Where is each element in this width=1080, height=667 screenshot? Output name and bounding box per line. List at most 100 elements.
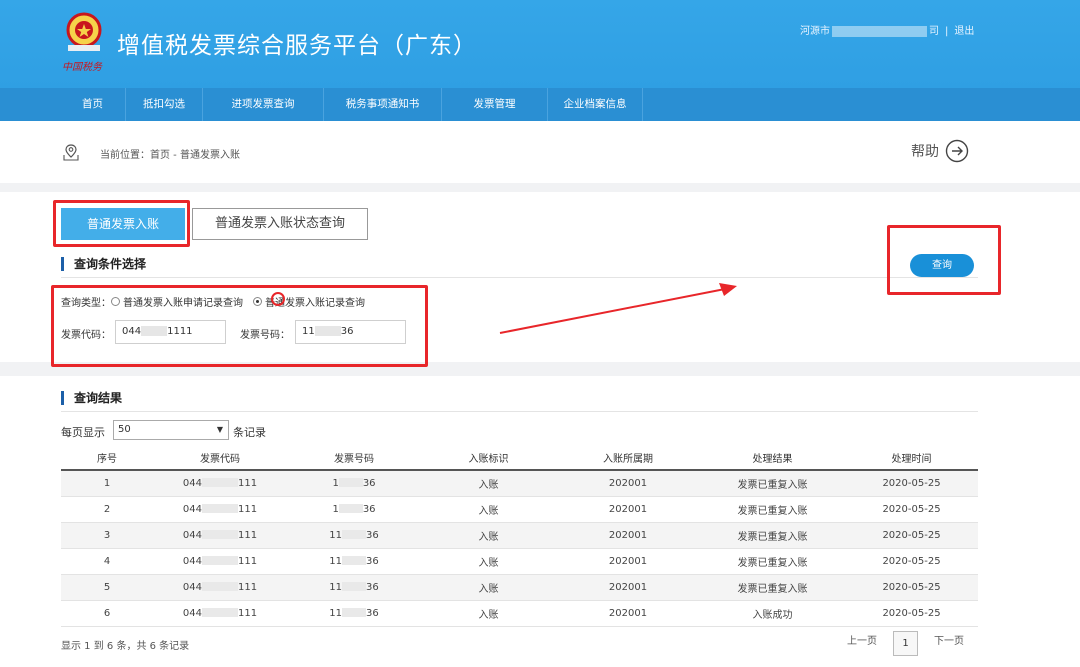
nav-item-invoice-mgmt[interactable]: 发票管理 xyxy=(442,88,548,121)
cell-number-prefix: 11 xyxy=(329,581,342,593)
help-link[interactable]: 帮助 xyxy=(911,139,969,163)
logout-link[interactable]: 退出 xyxy=(954,26,974,37)
cell-result: 发票已重复入账 xyxy=(700,574,845,601)
tab-entry-status-query[interactable]: 普通发票入账状态查询 xyxy=(192,208,368,240)
results-section-title: 查询结果 xyxy=(61,391,122,405)
cell-flag: 入账 xyxy=(421,470,556,497)
nav-item-deduction[interactable]: 抵扣勾选 xyxy=(126,88,203,121)
masked-value xyxy=(202,556,238,565)
masked-value xyxy=(202,478,238,488)
user-info: 河源市 司 | 退出 xyxy=(800,22,974,37)
annotation-box-conditions xyxy=(51,285,428,367)
cell-number-prefix: 11 xyxy=(329,529,342,541)
cell-result: 发票已重复入账 xyxy=(700,470,845,497)
annotation-box-tab xyxy=(53,200,190,247)
nav-item-tax-notice[interactable]: 税务事项通知书 xyxy=(324,88,442,121)
cell-number-prefix: 11 xyxy=(329,555,342,567)
breadcrumb: 当前位置：首页 - 普通发票入账 xyxy=(100,150,240,161)
col-header-no: 序号 xyxy=(61,445,153,471)
table-row: 2 044 111 1 36 入账 202001 发票已重复入账 2020-05-25 xyxy=(61,496,978,523)
cell-code-suffix: 111 xyxy=(238,503,258,515)
cell-no: 2 xyxy=(61,496,153,523)
masked-value xyxy=(202,530,238,539)
cell-number-suffix: 36 xyxy=(366,581,379,593)
masked-value xyxy=(342,556,366,565)
next-page-button[interactable]: 下一页 xyxy=(934,632,964,647)
cell-number: 11 36 xyxy=(287,548,421,575)
cell-code-suffix: 111 xyxy=(238,607,258,619)
cell-period: 202001 xyxy=(556,522,700,549)
nav-item-input-invoice[interactable]: 进项发票查询 xyxy=(203,88,324,121)
breadcrumb-bar: 当前位置：首页 - 普通发票入账 帮助 xyxy=(0,121,1080,183)
cell-no: 1 xyxy=(61,470,153,497)
cell-number-suffix: 36 xyxy=(366,555,379,567)
nav-item-home[interactable]: 首页 xyxy=(60,88,126,121)
cell-number-suffix: 36 xyxy=(362,503,376,515)
cell-code-suffix: 111 xyxy=(238,529,258,541)
masked-value xyxy=(202,582,238,591)
location-pin-icon xyxy=(63,144,79,161)
cell-period: 202001 xyxy=(556,548,700,575)
cell-no: 3 xyxy=(61,522,153,549)
col-header-number: 发票号码 xyxy=(287,445,421,471)
cell-number-suffix: 36 xyxy=(366,607,379,619)
results-summary: 显示 1 到 6 条，共 6 条记录 xyxy=(61,641,190,652)
cell-no: 4 xyxy=(61,548,153,575)
table-row: 5 044 111 11 36 入账 202001 发票已重复入账 2020-05-25 xyxy=(61,574,978,601)
results-table: 序号 发票代码 发票号码 入账标识 入账所属期 处理结果 处理时间 1 044 11… xyxy=(61,445,978,627)
cell-code-suffix: 111 xyxy=(238,477,258,489)
per-page-label: 每页显示 xyxy=(61,426,105,439)
chevron-down-icon: ▼ xyxy=(216,425,223,434)
cell-no: 5 xyxy=(61,574,153,601)
user-city: 河源市 xyxy=(800,26,830,37)
divider xyxy=(61,277,978,278)
cell-time: 2020-05-25 xyxy=(845,600,978,627)
masked-value xyxy=(338,504,363,513)
cell-period: 202001 xyxy=(556,574,700,601)
cell-code-prefix: 044 xyxy=(182,581,202,593)
col-header-flag: 入账标识 xyxy=(421,445,556,471)
per-page-select[interactable]: 50 ▼ xyxy=(113,420,229,440)
cell-time: 2020-05-25 xyxy=(845,574,978,601)
cell-code-suffix: 111 xyxy=(238,555,258,567)
table-header-row: 序号 发票代码 发票号码 入账标识 入账所属期 处理结果 处理时间 xyxy=(61,445,978,471)
cell-period: 202001 xyxy=(556,600,700,627)
cell-period: 202001 xyxy=(556,470,700,497)
cell-time: 2020-05-25 xyxy=(845,470,978,497)
user-suffix: 司 xyxy=(929,26,939,37)
col-header-code: 发票代码 xyxy=(153,445,287,471)
arrow-right-circle-icon[interactable] xyxy=(945,139,969,163)
cell-time: 2020-05-25 xyxy=(845,496,978,523)
cell-number: 11 36 xyxy=(287,574,421,601)
cell-result: 发票已重复入账 xyxy=(700,522,845,549)
cell-flag: 入账 xyxy=(421,548,556,575)
emblem-caption: 中国税务 xyxy=(62,62,102,73)
cell-result: 发票已重复入账 xyxy=(700,548,845,575)
col-header-time: 处理时间 xyxy=(845,445,978,471)
prev-page-button[interactable]: 上一页 xyxy=(847,632,877,647)
masked-value xyxy=(202,608,238,617)
cell-flag: 入账 xyxy=(421,600,556,627)
cell-code-prefix: 044 xyxy=(182,555,202,567)
cell-number: 11 36 xyxy=(287,522,421,549)
cell-code: 044 111 xyxy=(153,470,287,497)
masked-value xyxy=(342,582,366,591)
cell-code: 044 111 xyxy=(153,522,287,549)
table-row: 3 044 111 11 36 入账 202001 发票已重复入账 2020-05-25 xyxy=(61,522,978,549)
nav-item-company-profile[interactable]: 企业档案信息 xyxy=(548,88,643,121)
main-nav: 首页 抵扣勾选 进项发票查询 税务事项通知书 发票管理 企业档案信息 xyxy=(0,88,1080,121)
app-header: 中国税务 增值税发票综合服务平台（广东） 河源市 司 | 退出 xyxy=(0,0,1080,88)
cell-code-prefix: 044 xyxy=(182,503,202,515)
cell-flag: 入账 xyxy=(421,574,556,601)
cell-code-prefix: 044 xyxy=(182,477,202,489)
page-number-button[interactable]: 1 xyxy=(893,631,918,656)
annotation-arrow-icon xyxy=(499,283,737,334)
cell-period: 202001 xyxy=(556,496,700,523)
table-row: 6 044 111 11 36 入账 202001 入账成功 2020-05-25 xyxy=(61,600,978,627)
cell-code: 044 111 xyxy=(153,548,287,575)
cell-code: 044 111 xyxy=(153,574,287,601)
cell-flag: 入账 xyxy=(421,496,556,523)
col-header-result: 处理结果 xyxy=(700,445,845,471)
cell-time: 2020-05-25 xyxy=(845,548,978,575)
col-header-period: 入账所属期 xyxy=(556,445,700,471)
